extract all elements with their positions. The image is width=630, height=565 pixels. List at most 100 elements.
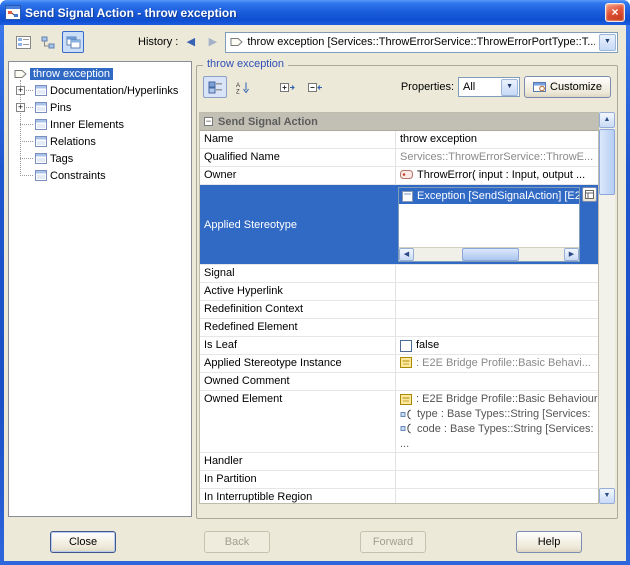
property-label: Applied Stereotype Instance (200, 355, 396, 372)
property-value-text: throw exception (400, 133, 477, 145)
collapse-section-icon[interactable]: − (204, 117, 213, 126)
title-bar[interactable]: Send Signal Action - throw exception × (0, 0, 630, 25)
property-row[interactable]: Namethrow exception (200, 131, 598, 149)
sort-alphabetically-button[interactable]: AZ (231, 76, 255, 98)
property-label: Owned Comment (200, 373, 396, 390)
stereotype-listbox[interactable]: Exception [SendSignalAction] [E2...◀▶ (398, 187, 580, 262)
dropdown-arrow-button[interactable]: ▼ (501, 79, 518, 96)
scroll-down-button[interactable]: ▼ (599, 488, 615, 504)
property-row[interactable]: Is Leaffalse (200, 337, 598, 355)
property-value (396, 319, 598, 336)
stereotype-list-item[interactable]: Exception [SendSignalAction] [E2... (399, 188, 579, 204)
expander-icon[interactable]: + (16, 103, 25, 112)
property-row[interactable]: Qualified NameServices::ThrowErrorServic… (200, 149, 598, 167)
tree-root-item[interactable]: throw exception (14, 65, 191, 82)
property-row[interactable]: Applied Stereotype Instance : E2E Bridge … (200, 355, 598, 373)
browse-icon (585, 190, 594, 199)
categorized-view-icon (208, 81, 223, 94)
owned-element-text: code : Base Types::String [Services: (417, 423, 594, 435)
property-value (396, 489, 598, 504)
pin-icon (400, 409, 413, 420)
inheritance-view-button[interactable] (37, 31, 59, 53)
element-icon (35, 119, 47, 130)
property-label: In Interruptible Region (200, 489, 396, 504)
property-value-text: ThrowError( input : Input, output ... (417, 169, 585, 181)
expander-icon[interactable]: + (16, 86, 25, 95)
property-value (396, 301, 598, 318)
stereotype-browse-button[interactable] (582, 187, 597, 202)
properties-groupbox: throw exception AZ Properties: All ▼ Cus… (196, 65, 618, 519)
property-row[interactable]: Owned Element: E2E Bridge Profile::Basic… (200, 391, 598, 453)
app-icon (5, 5, 21, 20)
history-forward-button[interactable]: ▶ (203, 33, 222, 52)
owned-element-item: : E2E Bridge Profile::Basic Behaviour... (400, 392, 598, 407)
close-button[interactable]: Close (50, 531, 116, 553)
property-value (396, 373, 598, 390)
property-label: Active Hyperlink (200, 283, 396, 300)
scroll-right-button[interactable]: ▶ (564, 248, 579, 261)
tree-item[interactable]: Inner Elements (20, 116, 191, 133)
property-row[interactable]: Applied Stereotype Exception [SendSignalA… (200, 185, 598, 265)
property-label: Applied Stereotype (200, 185, 396, 264)
property-value-text: : E2E Bridge Profile::Basic Behavi... (416, 357, 591, 369)
stereotype-item-text: Exception [SendSignalAction] [E2... (417, 190, 579, 202)
tree-item[interactable]: Constraints (20, 167, 191, 184)
section-header-row[interactable]: −Send Signal Action (200, 113, 598, 131)
property-row[interactable]: Redefined Element (200, 319, 598, 337)
scroll-up-button[interactable]: ▲ (599, 112, 615, 128)
property-row[interactable]: Active Hyperlink (200, 283, 598, 301)
tree-item[interactable]: Tags (20, 150, 191, 167)
tree-item[interactable]: +Documentation/Hyperlinks (20, 82, 191, 99)
property-label: Redefined Element (200, 319, 396, 336)
customize-button[interactable]: Customize (524, 76, 611, 98)
property-value: Exception [SendSignalAction] [E2...◀▶ (396, 185, 598, 264)
owned-element-text: type : Base Types::String [Services: (417, 408, 590, 420)
property-row[interactable]: Owned Comment (200, 373, 598, 391)
close-window-button[interactable]: × (605, 3, 625, 22)
property-row[interactable]: In Interruptible Region (200, 489, 598, 504)
properties-toolbar: AZ Properties: All ▼ Customize (203, 74, 611, 100)
history-back-button[interactable]: ◀ (181, 33, 200, 52)
owned-element-text: ... (400, 438, 409, 450)
collapse-all-button[interactable] (303, 76, 327, 98)
scroll-left-button[interactable]: ◀ (399, 248, 414, 261)
property-value (396, 453, 598, 470)
back-button[interactable]: Back (204, 531, 270, 553)
forward-button[interactable]: Forward (360, 531, 426, 553)
vertical-scrollbar[interactable]: ▲ ▼ (599, 112, 615, 504)
dialog-window: Send Signal Action - throw exception × H… (0, 0, 630, 565)
property-row[interactable]: In Partition (200, 471, 598, 489)
tree-item-label: Relations (50, 136, 96, 148)
pin-icon (400, 423, 413, 434)
properties-filter-dropdown[interactable]: All ▼ (458, 77, 520, 97)
history-dropdown[interactable]: throw exception [Services::ThrowErrorSer… (225, 32, 618, 53)
help-button[interactable]: Help (516, 531, 582, 553)
scrollbar-thumb[interactable] (462, 248, 519, 261)
horizontal-scrollbar[interactable]: ◀▶ (399, 247, 579, 261)
property-value (396, 471, 598, 488)
properties-filter-value: All (463, 81, 501, 93)
property-label: Redefinition Context (200, 301, 396, 318)
tree-item[interactable]: Relations (20, 133, 191, 150)
tree-item[interactable]: +Pins (20, 99, 191, 116)
window-title: Send Signal Action - throw exception (25, 6, 601, 20)
operation-icon (400, 169, 413, 180)
expand-all-button[interactable] (275, 76, 299, 98)
property-row[interactable]: Signal (200, 265, 598, 283)
property-row[interactable]: Owner ThrowError( input : Input, output .… (200, 167, 598, 185)
dropdown-arrow-button[interactable]: ▼ (599, 34, 616, 51)
property-label: In Partition (200, 471, 396, 488)
tree-view-button[interactable] (12, 31, 34, 53)
property-label: Signal (200, 265, 396, 282)
scrollbar-track[interactable] (414, 248, 564, 261)
tree-view-icon (16, 36, 31, 49)
is-leaf-checkbox[interactable] (400, 340, 412, 352)
scrollbar-thumb[interactable] (599, 129, 615, 195)
standard-view-button[interactable] (62, 31, 84, 53)
property-label: Owner (200, 167, 396, 184)
element-icon (35, 102, 47, 113)
categorized-view-button[interactable] (203, 76, 227, 98)
property-row[interactable]: Handler (200, 453, 598, 471)
stereotype-item-icon (402, 191, 413, 202)
property-row[interactable]: Redefinition Context (200, 301, 598, 319)
